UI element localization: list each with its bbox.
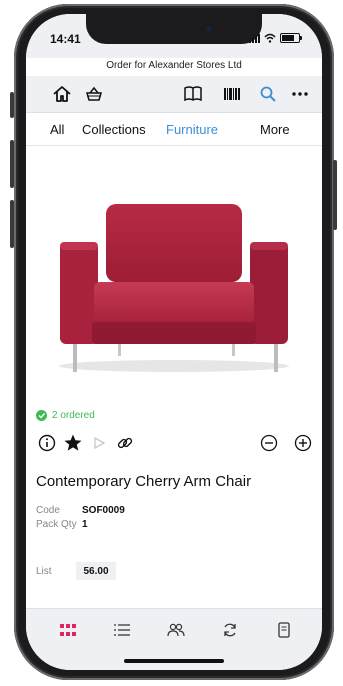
signal-icon — [249, 34, 260, 43]
code-label: Code — [36, 505, 60, 516]
volume-up-button — [10, 140, 14, 188]
product-title: Contemporary Cherry Arm Chair — [36, 473, 252, 490]
product-image[interactable] — [46, 194, 302, 394]
sync-icon[interactable] — [218, 619, 242, 641]
order-title: Order for Alexander Stores Ltd — [106, 60, 242, 71]
list-label: List — [36, 566, 52, 577]
check-icon — [36, 410, 47, 421]
link-icon[interactable] — [114, 432, 136, 454]
pack-qty-label: Pack Qty — [36, 519, 77, 530]
notch — [86, 14, 262, 44]
camera-dot — [206, 26, 212, 32]
orders-icon[interactable] — [272, 619, 296, 641]
status-bar: 14:41 — [26, 14, 322, 58]
battery-icon — [280, 33, 302, 43]
basket-icon[interactable] — [82, 82, 106, 106]
pack-qty-value: 1 — [82, 519, 88, 530]
silent-switch — [10, 92, 14, 118]
minus-icon[interactable] — [258, 432, 280, 454]
volume-down-button — [10, 200, 14, 248]
list-price: 56.00 — [76, 562, 116, 580]
toolbar — [26, 76, 322, 113]
star-icon[interactable] — [62, 432, 84, 454]
search-icon[interactable] — [256, 82, 280, 106]
home-indicator[interactable] — [124, 659, 224, 663]
code-value: SOF0009 — [82, 505, 125, 516]
product-actions — [36, 432, 316, 456]
play-icon[interactable] — [88, 432, 110, 454]
tab-more[interactable]: More — [260, 122, 290, 137]
power-button — [333, 160, 337, 230]
more-icon[interactable] — [288, 82, 312, 106]
category-tabs: All Collections Furniture More — [26, 113, 322, 146]
app-screen: 14:41 Order for Alexander Stores Ltd All… — [26, 14, 322, 670]
list-icon[interactable] — [110, 619, 134, 641]
plus-icon[interactable] — [292, 432, 314, 454]
tab-collections[interactable]: Collections — [82, 122, 146, 137]
home-icon[interactable] — [50, 82, 74, 106]
barcode-icon[interactable] — [220, 82, 244, 106]
grid-icon[interactable] — [56, 619, 80, 641]
ordered-status: 2 ordered — [36, 410, 95, 421]
catalog-book-icon[interactable] — [181, 82, 205, 106]
ordered-count: 2 ordered — [52, 410, 95, 421]
customers-icon[interactable] — [164, 619, 188, 641]
status-indicators — [249, 33, 302, 43]
bottom-tab-bar — [26, 608, 322, 670]
wifi-icon — [264, 33, 276, 43]
status-time: 14:41 — [50, 32, 81, 46]
tab-furniture[interactable]: Furniture — [166, 122, 218, 137]
tab-all[interactable]: All — [50, 122, 64, 137]
info-icon[interactable] — [36, 432, 58, 454]
